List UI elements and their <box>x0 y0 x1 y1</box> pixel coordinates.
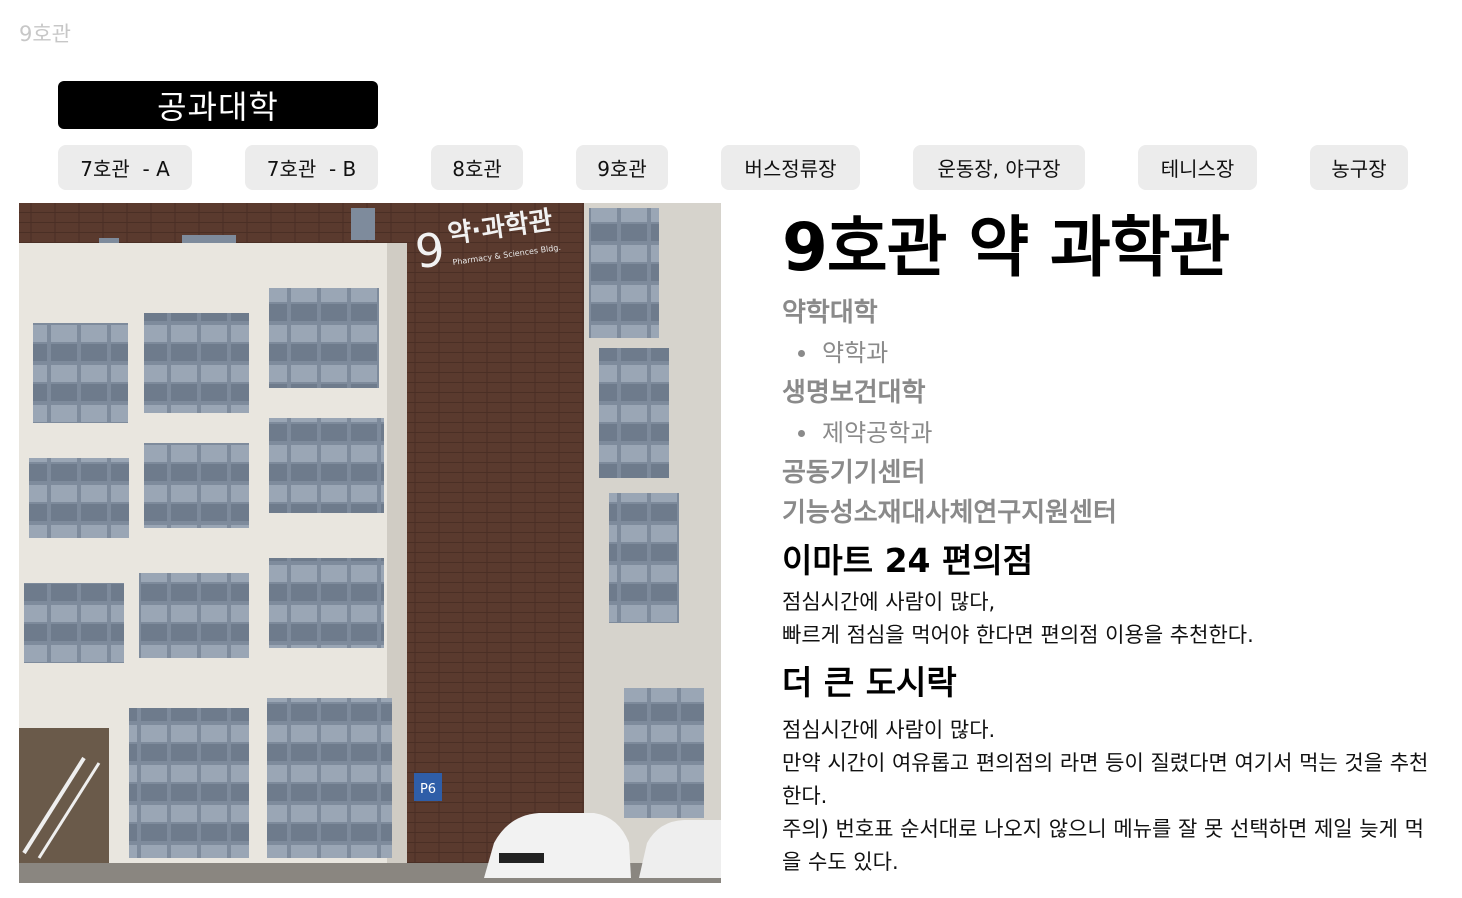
center-name: 기능성소재대사체연구지원센터 <box>782 498 1117 528</box>
tab-building-8[interactable]: 8호관 <box>431 145 523 190</box>
building-sign-number: 9 <box>413 222 448 279</box>
tab-building-9[interactable]: 9호관 <box>576 145 668 190</box>
facility-title: 더 큰 도시락 <box>782 663 957 702</box>
building-photo: P6 9 약·과학관 Pharmacy & Sciences Bldg. <box>19 203 721 883</box>
facility-description-line: 점심시간에 사람이 많다, <box>782 590 996 614</box>
facility-description-line: 주의) 번호표 순서대로 나오지 않으니 메뉴를 잘 못 선택하면 제일 늦게 … <box>782 817 1424 874</box>
tab-bus-stop[interactable]: 버스정류장 <box>721 145 860 190</box>
facility-description-line: 빠르게 점심을 먹어야 한다면 편의점 이용을 추천한다. <box>782 623 1254 647</box>
college-name: 약학대학 <box>782 298 878 328</box>
center-name: 공동기기센터 <box>782 458 926 488</box>
parking-sign: P6 <box>420 782 436 797</box>
college-name: 생명보건대학 <box>782 378 926 408</box>
facility-description-line: 만약 시간이 여유롭고 편의점의 라면 등이 질렸다면 여기서 먹는 것을 추천… <box>782 751 1429 808</box>
tab-tennis-court[interactable]: 테니스장 <box>1138 145 1257 190</box>
tab-building-7a[interactable]: 7호관 - A <box>58 145 192 190</box>
facility-title: 이마트 24 편의점 <box>782 541 1034 580</box>
college-button[interactable]: 공과대학 <box>58 81 378 129</box>
department-item: 약학과 <box>782 333 1442 373</box>
tab-sports-field[interactable]: 운동장, 야구장 <box>913 145 1085 190</box>
tab-basketball-court[interactable]: 농구장 <box>1310 145 1408 190</box>
department-list: 약학과 <box>782 333 1442 373</box>
department-item: 제약공학과 <box>782 413 1442 453</box>
building-info: 9호관 약 과학관 약학대학 약학과 생명보건대학 제약공학과 공동기기센터 기… <box>782 203 1442 879</box>
page-label: 9호관 <box>19 22 72 46</box>
department-list: 제약공학과 <box>782 413 1442 453</box>
building-title: 9호관 약 과학관 <box>782 209 1230 286</box>
facility-description-line: 점심시간에 사람이 많다. <box>782 718 996 742</box>
tab-building-7b[interactable]: 7호관 - B <box>245 145 378 190</box>
